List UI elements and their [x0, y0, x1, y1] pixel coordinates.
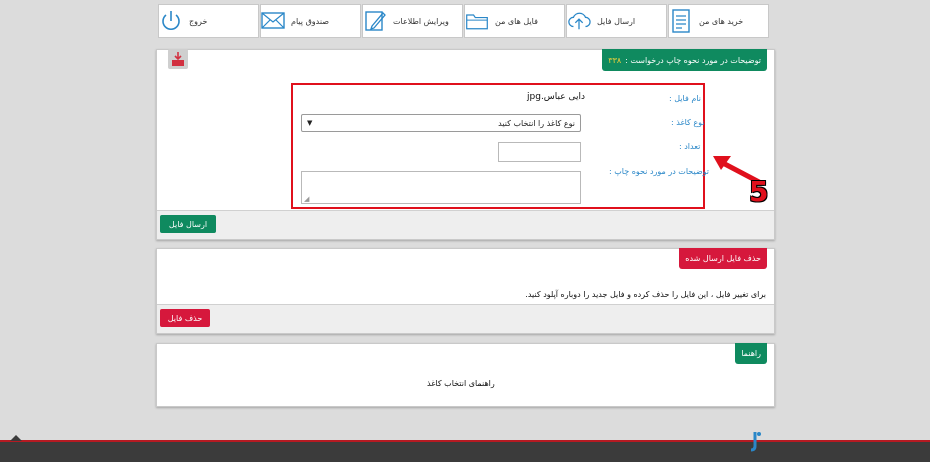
nav-label: ویرایش اطلاعات: [393, 16, 449, 26]
nav-edit-profile[interactable]: ویرایش اطلاعات: [362, 4, 463, 38]
pdf-download-icon[interactable]: [168, 49, 188, 69]
paper-type-label: نوع کاغذ :: [671, 118, 705, 127]
print-request-panel: توضیحات در مورد نحوه چاپ درخواست : ۳۳۸ ن…: [156, 49, 775, 240]
nav-inbox[interactable]: صندوق پیام: [260, 4, 361, 38]
count-label: تعداد :: [679, 142, 701, 151]
delete-message: برای تغییر فایل ، این فایل را حذف کرده و…: [525, 290, 766, 299]
paper-type-select[interactable]: ▼ نوع کاغذ را انتخاب کنید: [301, 114, 581, 132]
cloud-upload-icon: [567, 9, 591, 33]
nav-label: صندوق پیام: [291, 16, 330, 26]
document-list-icon: [669, 9, 693, 33]
top-nav: خروج صندوق پیام ویرایش اطلاعات فایل های …: [158, 4, 772, 38]
page-footer: [0, 432, 930, 462]
delete-file-button[interactable]: حذف فایل: [160, 309, 210, 327]
guide-panel-tab: راهنما: [735, 343, 767, 364]
annotation-number: 5: [749, 175, 769, 208]
paper-guide-link[interactable]: راهنمای انتخاب کاغذ: [427, 379, 495, 388]
file-name-value: دایی عباس.jpg: [527, 92, 585, 102]
nav-label: فایل های من: [495, 16, 538, 26]
folder-icon: [465, 9, 489, 33]
delete-panel-footer: حذف فایل: [157, 304, 774, 333]
file-name-label: نام فایل :: [669, 94, 701, 103]
delete-file-panel: حذف فایل ارسال شده برای تغییر فایل ، این…: [156, 248, 775, 334]
nav-my-purchases[interactable]: خرید های من: [668, 4, 769, 38]
print-panel-tab: توضیحات در مورد نحوه چاپ درخواست : ۳۳۸: [602, 49, 767, 71]
chevron-down-icon: ▼: [307, 119, 313, 127]
notes-textarea[interactable]: ◢: [301, 171, 581, 204]
nav-my-files[interactable]: فایل های من: [464, 4, 565, 38]
scroll-top-icon[interactable]: [10, 435, 22, 441]
count-input[interactable]: [498, 142, 581, 162]
nav-label: ارسال فایل: [597, 16, 636, 26]
request-number: ۳۳۸: [608, 55, 622, 65]
nav-send-file[interactable]: ارسال فایل: [566, 4, 667, 38]
notes-label: توضیحات در مورد نحوه چاپ :: [609, 167, 710, 176]
edit-icon: [363, 9, 387, 33]
tab-title: توضیحات در مورد نحوه چاپ درخواست :: [625, 55, 761, 65]
paper-type-selected: نوع کاغذ را انتخاب کنید: [498, 118, 575, 128]
submit-file-button[interactable]: ارسال فایل: [160, 215, 216, 233]
envelope-icon: [261, 9, 285, 33]
footer-logo-icon: [748, 430, 762, 452]
nav-label: خرید های من: [699, 16, 744, 26]
nav-logout[interactable]: خروج: [158, 4, 259, 38]
guide-panel: راهنما راهنمای انتخاب کاغذ: [156, 343, 775, 407]
nav-label: خروج: [189, 16, 208, 26]
resize-handle-icon: ◢: [304, 195, 310, 203]
print-panel-footer: ارسال فایل: [157, 210, 774, 239]
power-icon: [159, 9, 183, 33]
delete-panel-tab: حذف فایل ارسال شده: [679, 248, 767, 269]
